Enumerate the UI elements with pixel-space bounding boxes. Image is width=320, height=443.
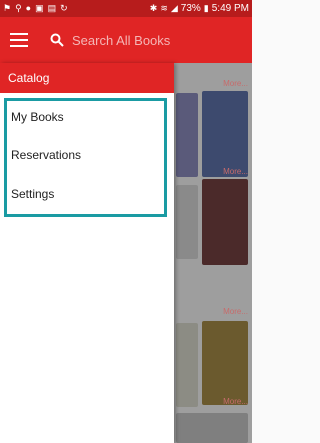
wifi-icon: ≋: [160, 3, 168, 13]
status-bar: ⚑ ⚲ ● ▣ ▤ ↻ ✱ ≋ ◢ 73% ▮ 5:49 PM: [0, 0, 252, 17]
battery-level: 73%: [180, 3, 201, 14]
navigation-drawer: Catalog My Books Reservations Settings: [0, 63, 174, 443]
app-bar: Search All Books: [0, 17, 252, 63]
drawer-item-settings[interactable]: Settings: [11, 187, 54, 201]
highlighted-menu-group: My Books Reservations Settings: [4, 98, 167, 217]
calendar-icon: ▤: [47, 3, 57, 13]
search-input[interactable]: Search All Books: [72, 33, 170, 48]
more-link[interactable]: More...: [223, 167, 248, 176]
book-cover[interactable]: [176, 323, 198, 407]
app-icon: ⚲: [15, 3, 22, 13]
drawer-item-my-books[interactable]: My Books: [11, 110, 64, 124]
sync-icon: ↻: [60, 3, 68, 13]
more-link[interactable]: More...: [223, 307, 248, 316]
book-cover[interactable]: [202, 179, 248, 265]
search-icon[interactable]: [50, 33, 64, 47]
drawer-item-catalog[interactable]: Catalog: [0, 63, 174, 93]
more-link[interactable]: More...: [223, 79, 248, 88]
more-link[interactable]: More...: [223, 397, 248, 406]
battery-icon: ▮: [203, 3, 209, 13]
search-bar[interactable]: Search All Books: [50, 33, 170, 48]
drawer-item-reservations[interactable]: Reservations: [11, 148, 81, 162]
bluetooth-icon: ✱: [149, 3, 158, 13]
status-left-icons: ⚑ ⚲ ● ▣ ▤ ↻: [3, 4, 68, 13]
image-icon: ▣: [35, 3, 44, 13]
book-cover[interactable]: [176, 413, 248, 443]
book-cover[interactable]: [202, 91, 248, 177]
book-cover[interactable]: [176, 93, 198, 177]
book-cover[interactable]: [202, 321, 248, 405]
status-right: ✱ ≋ ◢ 73% ▮ 5:49 PM: [150, 3, 249, 14]
clock: 5:49 PM: [211, 3, 249, 14]
notification-icon: ⚑: [3, 3, 12, 13]
menu-icon[interactable]: [10, 33, 28, 47]
chat-icon: ●: [25, 3, 32, 13]
signal-icon: ◢: [170, 3, 178, 13]
book-cover[interactable]: [176, 185, 198, 259]
